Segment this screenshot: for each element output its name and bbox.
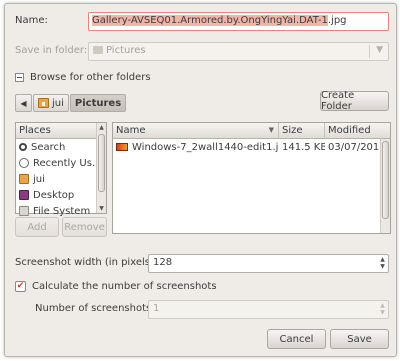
filename-input[interactable]: Gallery-AVSEQ01.Armored.by.OngYingYai.DA…: [88, 12, 389, 31]
cancel-label: Cancel: [279, 333, 314, 345]
file-size: 141.5 KB: [282, 142, 325, 153]
scroll-thumb[interactable]: [98, 134, 105, 192]
save-dialog: Name: Gallery-AVSEQ01.Armored.by.OngYing…: [4, 3, 397, 357]
count-value: 1: [153, 303, 160, 314]
expander-collapse-icon: [15, 73, 24, 82]
save-button[interactable]: Save: [330, 329, 389, 349]
recent-icon: [19, 158, 29, 168]
save-in-value: Pictures: [106, 45, 146, 56]
search-icon: [19, 143, 27, 151]
chevron-down-icon: ▼: [376, 45, 383, 55]
calculate-label: Calculate the number of screenshots: [32, 281, 217, 292]
add-place-label: Add: [27, 221, 47, 233]
width-label: Screenshot width (in pixels):: [15, 257, 158, 268]
home-folder-icon: [19, 174, 29, 184]
files-scrollbar[interactable]: [380, 139, 390, 233]
place-label: File System: [33, 205, 91, 217]
sort-descending-icon: ▼: [268, 126, 274, 134]
path-current-button[interactable]: Pictures: [69, 94, 127, 112]
drive-icon: [19, 206, 29, 216]
save-in-label: Save in folder:: [15, 45, 88, 56]
browse-label: Browse for other folders: [30, 72, 151, 83]
path-back-button[interactable]: ◀: [15, 94, 32, 112]
browse-folders-expander[interactable]: Browse for other folders: [15, 72, 151, 83]
file-row[interactable]: Windows-7_2wall1440-edit1.jpg 141.5 KB 0…: [113, 139, 390, 156]
save-in-folder-combo[interactable]: Pictures ▼: [88, 42, 389, 61]
place-label: Search: [31, 141, 66, 153]
places-header[interactable]: Places: [16, 123, 106, 139]
remove-place-button[interactable]: Remove: [62, 217, 107, 237]
path-home-label: jui: [52, 97, 64, 109]
spin-arrows-icon[interactable]: ▲ ▼: [378, 256, 387, 271]
checkmark-icon: ✔: [15, 281, 26, 292]
places-scrollbar[interactable]: ▲ ▼: [96, 123, 106, 213]
cancel-button[interactable]: Cancel: [267, 329, 326, 349]
image-file-icon: [116, 143, 128, 151]
file-list-header: Name ▼ Size Modified: [113, 123, 390, 139]
path-bar: ◀ jui Pictures: [15, 94, 127, 112]
desktop-icon: [19, 190, 29, 200]
calculate-screenshots-checkbox[interactable]: ✔ Calculate the number of screenshots: [15, 281, 217, 292]
filename-extension-text: .jpg: [327, 15, 347, 26]
scroll-thumb[interactable]: [382, 141, 389, 219]
place-item-search[interactable]: Search: [16, 139, 106, 155]
screenshot-count-spinner[interactable]: 1 ▲ ▼: [148, 300, 389, 319]
filename-selected-text: Gallery-AVSEQ01.Armored.by.OngYingYai.DA…: [92, 15, 328, 26]
width-value: 128: [153, 257, 173, 268]
place-item-desktop[interactable]: Desktop: [16, 187, 106, 203]
combo-separator: [369, 45, 370, 58]
file-name: Windows-7_2wall1440-edit1.jpg: [132, 142, 279, 153]
spin-arrows-icon[interactable]: ▲ ▼: [378, 302, 387, 317]
file-list: Name ▼ Size Modified Windows-7_2wall1440…: [112, 122, 391, 234]
name-label: Name:: [15, 15, 48, 26]
column-name-label: Name: [116, 125, 146, 136]
path-current-label: Pictures: [74, 97, 122, 109]
remove-place-label: Remove: [64, 221, 105, 233]
column-modified[interactable]: Modified: [325, 123, 379, 138]
places-panel: Places Search Recently Us... jui Desktop…: [15, 122, 107, 217]
path-home-button[interactable]: jui: [33, 94, 69, 112]
column-name[interactable]: Name ▼: [113, 123, 279, 138]
column-size-label: Size: [282, 125, 303, 136]
places-header-label: Places: [19, 125, 51, 136]
folder-icon: [93, 46, 103, 54]
save-label: Save: [347, 333, 372, 345]
create-folder-label: Create Folder: [321, 90, 355, 112]
place-label: Desktop: [33, 189, 75, 201]
column-size[interactable]: Size: [279, 123, 325, 138]
back-arrow-icon: ◀: [20, 98, 27, 108]
home-folder-icon: [38, 98, 49, 108]
create-folder-button[interactable]: Create Folder: [320, 90, 389, 112]
scroll-up-icon: ▲: [99, 124, 104, 131]
screenshot-width-spinner[interactable]: 128 ▲ ▼: [148, 254, 389, 273]
place-item-home[interactable]: jui: [16, 171, 106, 187]
place-label: Recently Us...: [33, 157, 102, 169]
column-modified-label: Modified: [328, 125, 371, 136]
file-modified: 03/07/2010: [328, 142, 379, 153]
screenshot-count-label: Number of screenshots:: [35, 303, 155, 314]
scroll-down-icon: ▼: [99, 205, 104, 212]
place-label: jui: [33, 173, 45, 185]
place-item-recent[interactable]: Recently Us...: [16, 155, 106, 171]
add-place-button[interactable]: Add: [15, 217, 59, 237]
